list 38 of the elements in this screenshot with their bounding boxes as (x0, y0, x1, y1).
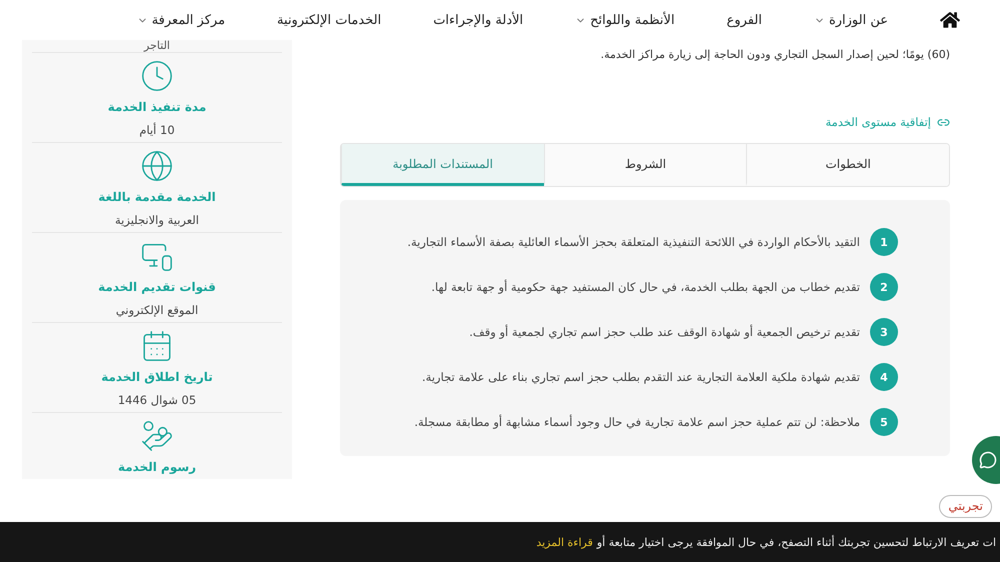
tab[interactable]: المستندات المطلوبة (341, 144, 544, 186)
nav-link[interactable]: الأدلة والإجراءات (433, 12, 524, 28)
info-value: 05 شوال 1446 (118, 393, 196, 407)
step-number: 1 (870, 228, 898, 256)
coins-hand-icon (140, 419, 174, 453)
document-text: التقيد بالأحكام الواردة في اللائحة التنفيذية المتعلقة بحجز الأسماء العائلية بصفة الأسماء التجارية. (407, 235, 860, 249)
nav-link[interactable]: عن الوزارة (814, 12, 888, 28)
globe-icon (140, 149, 174, 183)
info-title: رسوم الخدمة (118, 460, 196, 474)
document-text: تقديم خطاب من الجهة بطلب الخدمة، في حال كان المستفيد جهة حكومية أو جهة تابعة لها. (431, 280, 860, 294)
step-number: 4 (870, 363, 898, 391)
info-value: التاجر (144, 40, 170, 52)
info-title: تاريخ اطلاق الخدمة (101, 370, 213, 384)
document-text: تقديم شهادة ملكية العلامة التجارية عند التقدم بطلب حجز اسم تجاري بناء على علامة تجارية. (422, 370, 860, 384)
intro-text: (60) يومًا؛ لحين إصدار السجل التجاري ودون الحاجة إلى زيارة مراكز الخدمة. (600, 48, 950, 61)
info-title: الخدمة مقدمة باللغة (98, 190, 216, 204)
info-title: مدة تنفيذ الخدمة (108, 100, 206, 114)
info-title: قنوات تقديم الخدمة (98, 280, 216, 294)
document-text: ملاحظة: لن تتم عملية حجز اسم علامة تجارية في حال وجود أسماء مشابهة أو مطابقة مسجلة. (414, 415, 860, 429)
home-icon[interactable] (940, 10, 960, 30)
nav-link[interactable]: الخدمات الإلكترونية (277, 12, 382, 28)
read-more-link[interactable]: قراءة المزيد (536, 536, 593, 548)
clock-icon (140, 59, 174, 93)
chat-icon (979, 451, 997, 469)
step-number: 3 (870, 318, 898, 346)
step-number: 5 (870, 408, 898, 436)
document-text: تقديم ترخيص الجمعية أو شهادة الوقف عند طلب حجز اسم تجاري لجمعية أو وقف. (469, 325, 860, 339)
info-value: العربية والانجليزية (115, 213, 200, 227)
tab[interactable]: الخطوات (746, 144, 949, 186)
nav-link[interactable]: الفروع (726, 12, 762, 28)
info-value: الموقع الإلكتروني (116, 303, 198, 317)
step-number: 2 (870, 273, 898, 301)
info-value: 10 أيام (139, 123, 175, 137)
nav-link[interactable]: الأنظمة واللوائح (575, 12, 675, 28)
nav-link[interactable]: مركز المعرفة (136, 12, 226, 28)
feedback-bubble[interactable]: تجربتي (939, 495, 992, 518)
cookie-text: ات تعريف الارتباط لتحسين تجربتك أثناء التصفح، في حال الموافقة يرجى اختيار متابعة أو (596, 536, 996, 548)
tab[interactable]: الشروط (544, 144, 746, 186)
